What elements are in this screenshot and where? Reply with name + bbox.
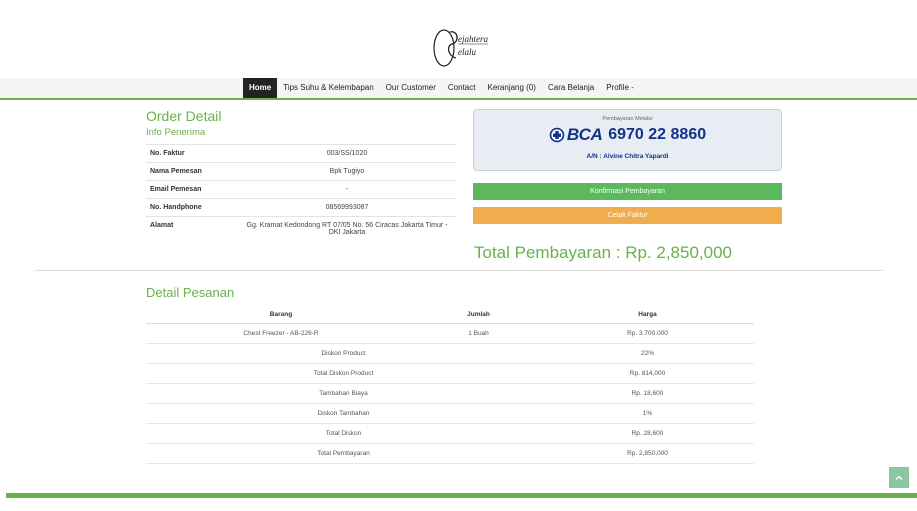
summary-value: 1% (541, 403, 754, 424)
info-row-invoice: No. Faktur 003/SS/1020 (146, 144, 456, 163)
summary-label: Total Diskon (146, 423, 541, 444)
nav-home[interactable]: Home (243, 78, 278, 98)
summary-row: Total Diskon Rp. 28,600 (146, 423, 754, 444)
nav-tips[interactable]: Tips Suhu & Kelembapan (277, 78, 379, 98)
bank-name: BCA (566, 125, 603, 144)
name-key: Nama Pemesan (146, 162, 238, 181)
footer-bar (6, 493, 917, 498)
summary-row: Total Pembayaran Rp. 2,850,000 (146, 443, 754, 464)
header-barang: Barang (146, 306, 416, 324)
summary-value: Rp. 814,000 (541, 363, 754, 384)
payment-info-box: Pembayaran Melalui BCA 6970 22 8860 A/N … (473, 109, 782, 171)
invoice-value: 003/SS/1020 (238, 144, 456, 163)
confirm-payment-button[interactable]: Konfirmasi Pembayaran (473, 183, 782, 200)
svg-text:elalu: elalu (458, 47, 476, 57)
nav-profile[interactable]: Profile - (600, 78, 640, 98)
nav-our-customer[interactable]: Our Customer (380, 78, 442, 98)
summary-label: Total Diskon Product (146, 363, 541, 384)
chevron-up-icon (895, 475, 903, 480)
total-payment: Total Pembayaran : Rp. 2,850,000 (474, 243, 732, 262)
account-holder: A/N : Alvine Chitra Yapardi (586, 153, 669, 160)
info-row-address: Alamat Gg. Kramat Kedondong RT 07/05 No.… (146, 216, 456, 241)
header-harga: Harga (541, 306, 754, 324)
summary-label: Total Pembayaran (146, 443, 541, 464)
summary-value: 22% (541, 343, 754, 364)
main-nav: Home Tips Suhu & Kelembapan Our Customer… (0, 78, 917, 100)
phone-key: No. Handphone (146, 198, 238, 217)
invoice-key: No. Faktur (146, 144, 238, 163)
phone-value: 08569993087 (238, 198, 456, 217)
detail-pesanan-title: Detail Pesanan (146, 285, 235, 300)
header-jumlah: Jumlah (416, 306, 541, 324)
order-detail-title: Order Detail (146, 108, 222, 124)
summary-value: Rp. 18,600 (541, 383, 754, 404)
summary-row: Diskon Tambahan 1% (146, 403, 754, 424)
payment-via-label: Pembayaran Melalui (602, 116, 653, 122)
item-price: Rp. 3.700.000 (541, 323, 754, 344)
bca-logo-icon (549, 127, 565, 143)
print-invoice-button[interactable]: Cetak Faktur (473, 207, 782, 224)
order-items-table: Barang Jumlah Harga Chest Freezer - AB-2… (146, 306, 754, 464)
table-row: Chest Freezer - AB-226-R 1 Buah Rp. 3.70… (146, 323, 754, 344)
summary-value: Rp. 28,600 (541, 423, 754, 444)
svg-text:ejahtera: ejahtera (458, 34, 488, 44)
summary-label: Tambahan Biaya (146, 383, 541, 404)
info-row-phone: No. Handphone 08569993087 (146, 198, 456, 217)
recipient-info-table: No. Faktur 003/SS/1020 Nama Pemesan Bpk … (146, 144, 456, 241)
table-header-row: Barang Jumlah Harga (146, 306, 754, 324)
address-key: Alamat (146, 216, 238, 241)
summary-row: Diskon Product 22% (146, 343, 754, 364)
item-name: Chest Freezer - AB-226-R (146, 323, 416, 344)
summary-row: Total Diskon Product Rp. 814,000 (146, 363, 754, 384)
account-number: 6970 22 8860 (608, 126, 707, 143)
bank-account-line: BCA 6970 22 8860 (474, 125, 781, 145)
address-value: Gg. Kramat Kedondong RT 07/05 No. 56 Cir… (238, 216, 456, 241)
nav-cart[interactable]: Keranjang (0) (481, 78, 541, 98)
summary-value: Rp. 2,850,000 (541, 443, 754, 464)
info-penerima-title: Info Penerima (146, 127, 206, 138)
email-key: Email Pemesan (146, 180, 238, 199)
info-row-email: Email Pemesan - (146, 180, 456, 199)
summary-label: Diskon Tambahan (146, 403, 541, 424)
email-value: - (238, 180, 456, 199)
item-qty: 1 Buah (416, 323, 541, 344)
nav-cara-belanja[interactable]: Cara Belanja (542, 78, 600, 98)
summary-label: Diskon Product (146, 343, 541, 364)
name-value: Bpk Tugiyo (238, 162, 456, 181)
brand-logo[interactable]: ejahtera elalu (0, 22, 917, 72)
sejahtera-selalu-logo-icon: ejahtera elalu (432, 29, 488, 67)
nav-contact[interactable]: Contact (442, 78, 482, 98)
bca-logo: BCA (549, 125, 603, 145)
summary-row: Tambahan Biaya Rp. 18,600 (146, 383, 754, 404)
section-divider (35, 270, 883, 271)
scroll-to-top-button[interactable] (889, 467, 909, 488)
info-row-name: Nama Pemesan Bpk Tugiyo (146, 162, 456, 181)
